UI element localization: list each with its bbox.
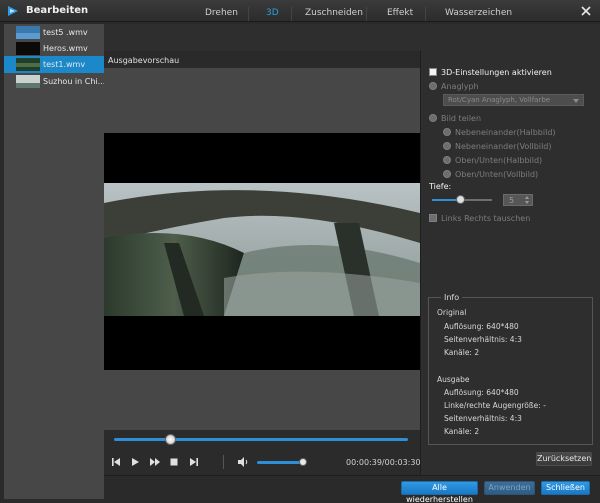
original-heading: Original xyxy=(437,308,467,317)
control-separator xyxy=(223,455,224,469)
file-name: Heros.wmv xyxy=(43,44,88,53)
apply-button[interactable]: Anwenden xyxy=(484,481,535,495)
depth-value: 5 xyxy=(509,196,515,205)
tab-separator xyxy=(425,7,426,21)
preview-label: Ausgabevorschau xyxy=(108,56,180,65)
split-image-radio[interactable] xyxy=(429,114,437,122)
chevron-down-icon xyxy=(573,99,579,103)
split-option-radio[interactable] xyxy=(443,170,451,178)
thumbnail xyxy=(16,42,40,55)
tab-rotate[interactable]: Drehen xyxy=(205,8,238,18)
anaglyph-radio[interactable] xyxy=(429,82,437,90)
enable-3d-label: 3D-Einstellungen aktivieren xyxy=(441,68,552,77)
file-item-suzhou[interactable]: Suzhou in Chi... xyxy=(4,73,106,90)
output-aspect: Seitenverhältnis: 4:3 xyxy=(444,414,522,423)
split-option-label: Nebeneinander(Halbbild) xyxy=(455,128,556,137)
file-list: test5 .wmv Heros.wmv test1.wmv Suzhou in… xyxy=(4,24,106,499)
tab-separator xyxy=(291,7,292,21)
depth-stepper[interactable]: 5 xyxy=(503,194,533,206)
restore-all-button[interactable]: Alle wiederherstellen xyxy=(401,481,478,503)
app-logo-icon xyxy=(8,6,18,16)
swap-lr-label: Links Rechts tauschen xyxy=(441,214,531,223)
skip-forward-icon[interactable] xyxy=(188,456,200,468)
tab-crop[interactable]: Zuschneiden xyxy=(305,8,363,18)
volume-handle[interactable] xyxy=(298,458,307,466)
tab-effect[interactable]: Effekt xyxy=(387,8,413,18)
skip-back-icon[interactable] xyxy=(110,456,122,468)
original-resolution: Auflösung: 640*480 xyxy=(444,322,519,331)
close-button[interactable]: Schließen xyxy=(541,481,590,495)
swap-lr-checkbox[interactable] xyxy=(429,214,437,222)
output-heading: Ausgabe xyxy=(437,375,470,384)
video-frame xyxy=(104,183,420,316)
tab-watermark[interactable]: Wasserzeichen xyxy=(445,8,512,18)
tab-separator xyxy=(248,7,249,21)
fast-forward-icon[interactable] xyxy=(149,456,161,468)
anaglyph-select-value: Rot/Cyan Anaglyph, Vollfarbe xyxy=(448,96,551,104)
split-option-radio[interactable] xyxy=(443,156,451,164)
split-image-label: Bild teilen xyxy=(441,114,482,123)
depth-label: Tiefe: xyxy=(429,182,452,191)
stop-icon[interactable] xyxy=(168,456,180,468)
volume-slider[interactable] xyxy=(257,461,305,464)
stepper-up-icon[interactable] xyxy=(525,196,529,199)
output-eye-size: Linke/rechte Augengröße: - xyxy=(444,401,546,410)
depth-handle[interactable] xyxy=(456,195,465,204)
anaglyph-select[interactable]: Rot/Cyan Anaglyph, Vollfarbe xyxy=(443,94,584,106)
split-option-label: Oben/Unten(Vollbild) xyxy=(455,170,539,179)
file-name: Suzhou in Chi... xyxy=(43,77,106,86)
split-option-radio[interactable] xyxy=(443,128,451,136)
split-option-label: Nebeneinander(Vollbild) xyxy=(455,142,552,151)
output-channels: Kanäle: 2 xyxy=(444,427,480,436)
play-icon[interactable] xyxy=(129,456,141,468)
file-item-heros[interactable]: Heros.wmv xyxy=(4,40,104,57)
stepper-down-icon[interactable] xyxy=(525,201,529,204)
anaglyph-label: Anaglyph xyxy=(441,82,479,91)
reset-button[interactable]: Zurücksetzen xyxy=(536,452,592,466)
info-title: Info xyxy=(441,293,463,302)
file-name: test1.wmv xyxy=(43,60,86,69)
tab-separator xyxy=(366,7,367,21)
thumbnail xyxy=(16,26,40,39)
file-name: test5 .wmv xyxy=(43,28,88,37)
enable-3d-checkbox[interactable] xyxy=(429,68,437,76)
close-icon[interactable] xyxy=(578,3,594,19)
thumbnail xyxy=(16,75,40,88)
file-item-test5[interactable]: test5 .wmv xyxy=(4,24,104,41)
seek-handle[interactable] xyxy=(164,434,176,445)
tab-3d[interactable]: 3D xyxy=(266,8,279,18)
file-item-test1[interactable]: test1.wmv xyxy=(4,56,104,73)
thumbnail xyxy=(16,58,40,71)
window-title: Bearbeiten xyxy=(26,5,89,16)
volume-icon[interactable] xyxy=(237,456,249,468)
output-resolution: Auflösung: 640*480 xyxy=(444,388,519,397)
original-channels: Kanäle: 2 xyxy=(444,348,480,357)
split-option-label: Oben/Unten(Halbbild) xyxy=(455,156,543,165)
split-option-radio[interactable] xyxy=(443,142,451,150)
seek-bar[interactable] xyxy=(114,438,408,441)
original-aspect: Seitenverhältnis: 4:3 xyxy=(444,335,522,344)
tab-bar xyxy=(104,24,600,51)
time-readout: 00:00:39/00:03:30 xyxy=(346,458,421,467)
